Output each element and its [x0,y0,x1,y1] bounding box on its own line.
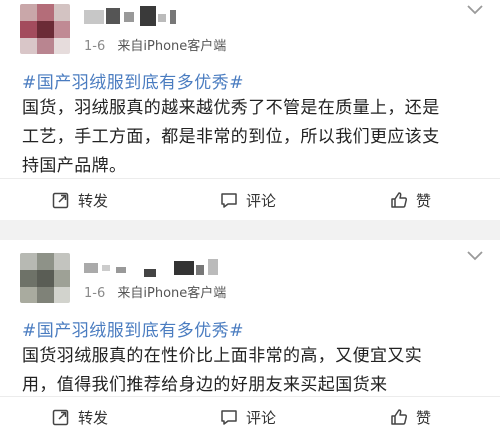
comment-button[interactable]: 评论 [220,397,276,434]
avatar[interactable] [20,253,70,303]
post-body: 国货羽绒服真的在性价比上面非常的高，又便宜又实 用，值得我们推荐给身边的好朋友来… [22,342,488,400]
like-button[interactable]: 赞 [390,397,431,434]
source-client[interactable]: iPhone客户端 [143,286,226,301]
source-prefix: 来自 [117,286,144,301]
repost-icon [52,409,69,426]
like-label: 赞 [416,408,432,427]
topic-hashtag[interactable]: #国产羽绒服到底有多优秀# [22,316,244,341]
post-meta: 1-6 来自iPhone客户端 [84,282,226,301]
comment-icon [221,410,237,425]
thumbs-up-icon [391,409,408,425]
feed: 1-6 来自iPhone客户端 #国产羽绒服到底有多优秀# 国货，羽绒服真的越来… [0,0,500,434]
action-bar: 转发 评论 赞 [0,397,500,434]
repost-button[interactable]: 转发 [52,397,108,434]
post-body-line: 国货羽绒服真的在性价比上面非常的高，又便宜又实 [22,346,423,366]
comment-label: 评论 [246,408,277,427]
post-date: 1-6 [84,286,106,301]
username-redacted[interactable] [84,257,234,279]
chevron-down-icon[interactable] [466,250,484,264]
repost-label: 转发 [78,408,109,427]
